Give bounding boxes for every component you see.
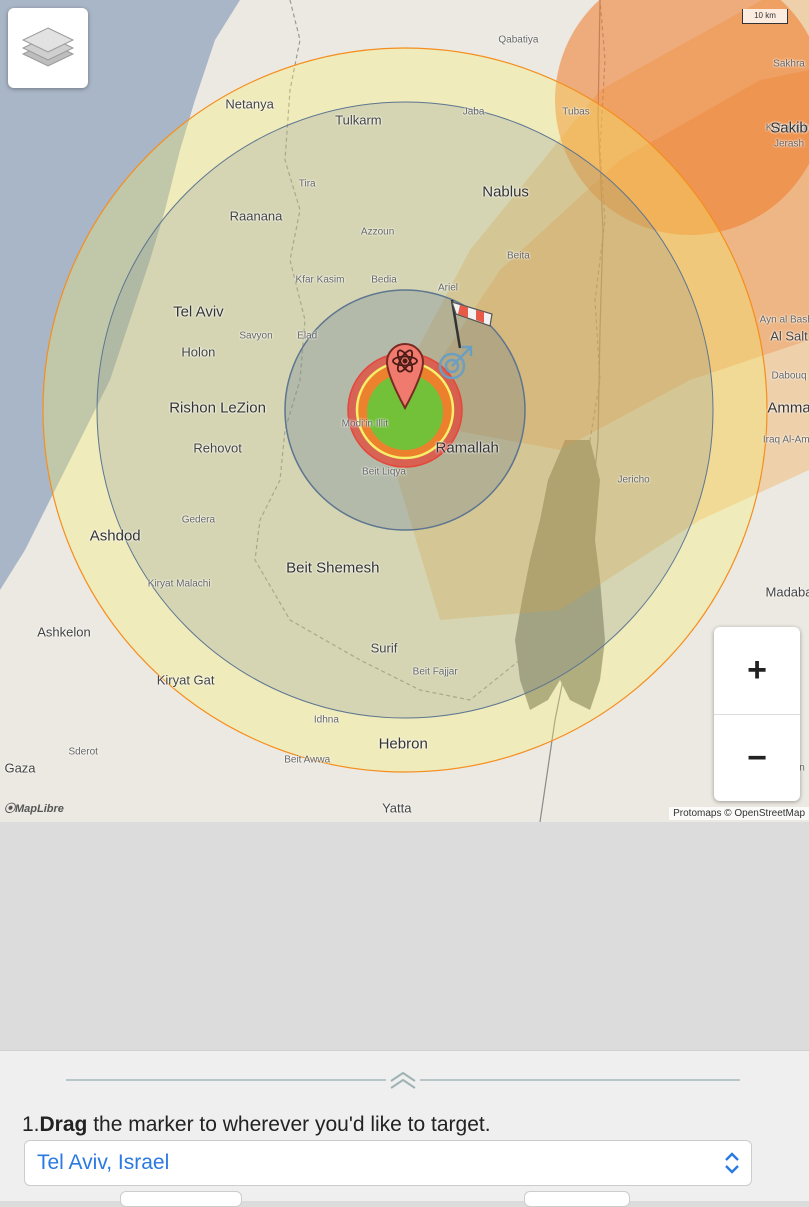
place-label: Rehovot bbox=[193, 440, 242, 456]
target-marker[interactable] bbox=[384, 340, 426, 411]
place-label: Dabouq bbox=[771, 370, 807, 382]
scale-bar: 10 km bbox=[742, 9, 788, 24]
place-label: Surif bbox=[370, 640, 398, 656]
step-instruction: 1.Drag the marker to wherever you'd like… bbox=[22, 1113, 491, 1137]
place-label: Jaba bbox=[462, 106, 485, 118]
layers-button[interactable] bbox=[8, 8, 88, 88]
place-label: Bedia bbox=[371, 274, 397, 286]
place-label: Yatta bbox=[382, 800, 412, 816]
layers-icon bbox=[21, 27, 75, 67]
place-label: Elad bbox=[297, 330, 318, 342]
atom-pin-icon bbox=[385, 343, 425, 411]
place-label: Ramallah bbox=[435, 439, 499, 457]
place-label: Idhna bbox=[313, 714, 339, 726]
updown-chevron-icon bbox=[725, 1152, 739, 1174]
place-label: Gedera bbox=[181, 514, 216, 526]
place-label: Azzoun bbox=[360, 226, 395, 238]
bottom-panel: 1.Drag the marker to wherever you'd like… bbox=[0, 1050, 809, 1207]
place-label: Jerash bbox=[773, 138, 805, 150]
step-text: the marker to wherever you'd like to tar… bbox=[87, 1113, 491, 1136]
place-label: Beit Liqya bbox=[362, 466, 406, 478]
step-number: 1. bbox=[22, 1113, 40, 1136]
place-label: Ayn al Basha bbox=[759, 314, 809, 326]
place-label: Netanya bbox=[225, 96, 274, 112]
place-label: Beit Awwa bbox=[284, 754, 331, 766]
place-label: Ashkelon bbox=[37, 624, 91, 640]
place-label: Tira bbox=[298, 178, 316, 190]
place-label: Savyon bbox=[239, 330, 273, 342]
map-attribution[interactable]: Protomaps © OpenStreetMap bbox=[669, 807, 809, 820]
map-canvas[interactable]: Qabatiya Netanya Tulkarm Jaba Tubas Sakhra Kuf… bbox=[0, 0, 809, 822]
place-label: Amma bbox=[767, 399, 809, 417]
place-label: Tulkarm bbox=[335, 112, 382, 128]
place-label: Sakib bbox=[770, 119, 808, 137]
place-label: Gaza bbox=[4, 760, 36, 776]
direction-control[interactable] bbox=[436, 342, 476, 382]
place-label: Iraq Al-Amir bbox=[762, 434, 809, 446]
place-label: Beit Fajjar bbox=[412, 666, 458, 678]
place-label: Ariel bbox=[437, 282, 459, 294]
maplibre-logo-text: MapLibre bbox=[15, 803, 64, 815]
maplibre-logo[interactable]: ⦿MapLibre bbox=[4, 800, 64, 816]
place-label: Tubas bbox=[562, 106, 590, 118]
place-label: Sderot bbox=[68, 746, 98, 758]
place-label: Hebron bbox=[378, 735, 428, 753]
place-label: Kiryat Malachi bbox=[147, 578, 211, 590]
map-base-layer bbox=[0, 0, 809, 822]
double-chevron-up-icon bbox=[390, 1071, 416, 1089]
zoom-out-button[interactable]: − bbox=[714, 714, 800, 802]
city-select-value: Tel Aviv, Israel bbox=[37, 1151, 170, 1174]
place-label: Beit Shemesh bbox=[286, 559, 380, 577]
place-label: Holon bbox=[181, 344, 216, 360]
place-label: Jericho bbox=[617, 474, 650, 486]
zoom-controls: + − bbox=[714, 627, 800, 801]
place-label: Madaba bbox=[765, 584, 809, 600]
panel-expand-handle[interactable] bbox=[386, 1069, 420, 1091]
place-label: Rishon LeZion bbox=[169, 399, 266, 417]
place-label: Raanana bbox=[229, 208, 283, 224]
place-label: Nablus bbox=[482, 183, 529, 201]
place-label: Sakhra bbox=[773, 58, 805, 70]
city-select[interactable]: Tel Aviv, Israel bbox=[24, 1140, 752, 1186]
next-control-right[interactable] bbox=[524, 1191, 630, 1207]
zoom-in-button[interactable]: + bbox=[714, 627, 800, 714]
place-label: Modi'in Illit bbox=[341, 418, 388, 430]
target-arrow-icon bbox=[438, 345, 473, 380]
place-label: Tel Aviv bbox=[173, 303, 224, 321]
place-label: Kfar Kasim bbox=[295, 274, 345, 286]
place-label: Ashdod bbox=[89, 527, 141, 545]
next-control-left[interactable] bbox=[120, 1191, 242, 1207]
place-label: Beita bbox=[506, 250, 530, 262]
place-label: Qabatiya bbox=[498, 34, 539, 46]
place-label: Al Salt bbox=[770, 328, 808, 344]
place-label: Kiryat Gat bbox=[156, 672, 215, 688]
step-bold: Drag bbox=[39, 1113, 88, 1136]
